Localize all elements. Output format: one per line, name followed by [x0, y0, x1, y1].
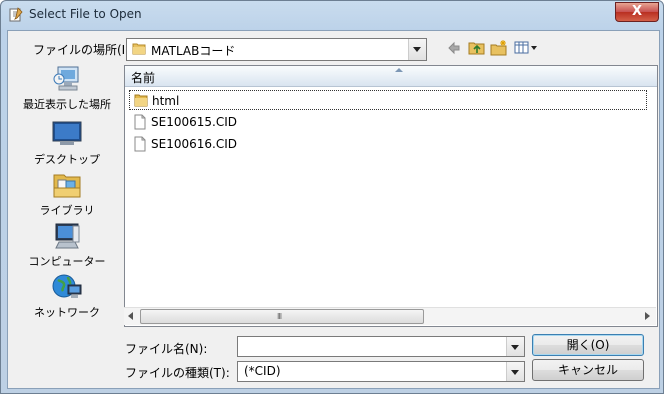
dialog-body: ファイルの場所(I): MATLABコード 最近表示した場所 デスクトップ ライ…	[7, 30, 660, 389]
libraries-icon	[53, 174, 81, 198]
view-menu-icon[interactable]	[514, 40, 538, 56]
scroll-thumb[interactable]: III	[140, 309, 424, 324]
file-icon	[134, 114, 146, 130]
place-label: 最近表示した場所	[23, 98, 111, 111]
chevron-down-icon[interactable]	[408, 39, 426, 60]
chevron-down-icon[interactable]	[506, 362, 524, 381]
scroll-grip: III	[277, 312, 282, 321]
file-list[interactable]: 名前 html SE100615.CID SE100616.CID	[124, 65, 658, 327]
place-desktop[interactable]: デスクトップ	[16, 120, 118, 167]
recent-places-icon	[53, 66, 79, 91]
file-name-field[interactable]	[237, 336, 525, 357]
file-name-label: ファイル名(N):	[125, 342, 208, 356]
place-libraries[interactable]: ライブラリ	[16, 171, 118, 218]
place-label: ライブラリ	[39, 204, 95, 217]
file-type-label: ファイルの種類(T):	[125, 366, 230, 380]
cancel-button[interactable]: キャンセル	[532, 359, 644, 381]
computer-icon	[55, 223, 80, 249]
list-item[interactable]: html	[129, 90, 647, 110]
new-folder-icon[interactable]	[490, 40, 508, 56]
look-in-value: MATLABコード	[151, 44, 236, 58]
places-bar: 最近表示した場所 デスクトップ ライブラリ コンピューター ネットワーク	[16, 65, 118, 385]
horizontal-scrollbar[interactable]: III	[124, 307, 656, 325]
close-icon: X	[631, 4, 643, 19]
file-type-dropdown[interactable]: (*CID)	[237, 361, 525, 382]
file-name: SE100616.CID	[151, 137, 237, 151]
place-label: コンピューター	[28, 255, 106, 268]
place-network[interactable]: ネットワーク	[16, 273, 118, 320]
file-open-dialog: Select File to Open X ファイルの場所(I): MATLAB…	[0, 0, 664, 394]
file-name: SE100615.CID	[151, 115, 237, 129]
file-name: html	[152, 94, 180, 108]
up-folder-icon[interactable]	[468, 40, 486, 56]
place-recent[interactable]: 最近表示した場所	[16, 65, 118, 112]
close-button[interactable]: X	[615, 2, 659, 22]
network-icon	[52, 274, 82, 298]
column-header-name[interactable]: 名前	[125, 66, 657, 87]
file-type-value: (*CID)	[244, 364, 281, 378]
desktop-icon	[52, 121, 82, 145]
window-title: Select File to Open	[29, 7, 142, 21]
look-in-label: ファイルの場所(I):	[33, 43, 134, 57]
folder-icon	[132, 43, 146, 55]
place-label: デスクトップ	[34, 153, 100, 166]
open-button[interactable]: 開く(O)	[532, 334, 644, 356]
list-item[interactable]: SE100616.CID	[129, 134, 645, 154]
column-header-label: 名前	[131, 71, 156, 85]
scroll-left-icon[interactable]	[128, 312, 133, 320]
app-icon	[9, 7, 23, 22]
back-arrow-icon[interactable]	[446, 40, 462, 56]
place-computer[interactable]: コンピューター	[16, 222, 118, 269]
sort-ascending-icon	[395, 68, 403, 72]
title-bar[interactable]: Select File to Open X	[1, 1, 663, 28]
place-label: ネットワーク	[34, 306, 100, 319]
file-icon	[134, 136, 146, 152]
folder-icon	[134, 94, 148, 107]
list-item[interactable]: SE100615.CID	[129, 112, 645, 132]
chevron-down-icon[interactable]	[506, 337, 524, 356]
scroll-right-icon[interactable]	[645, 312, 650, 320]
look-in-dropdown[interactable]: MATLABコード	[126, 38, 427, 61]
